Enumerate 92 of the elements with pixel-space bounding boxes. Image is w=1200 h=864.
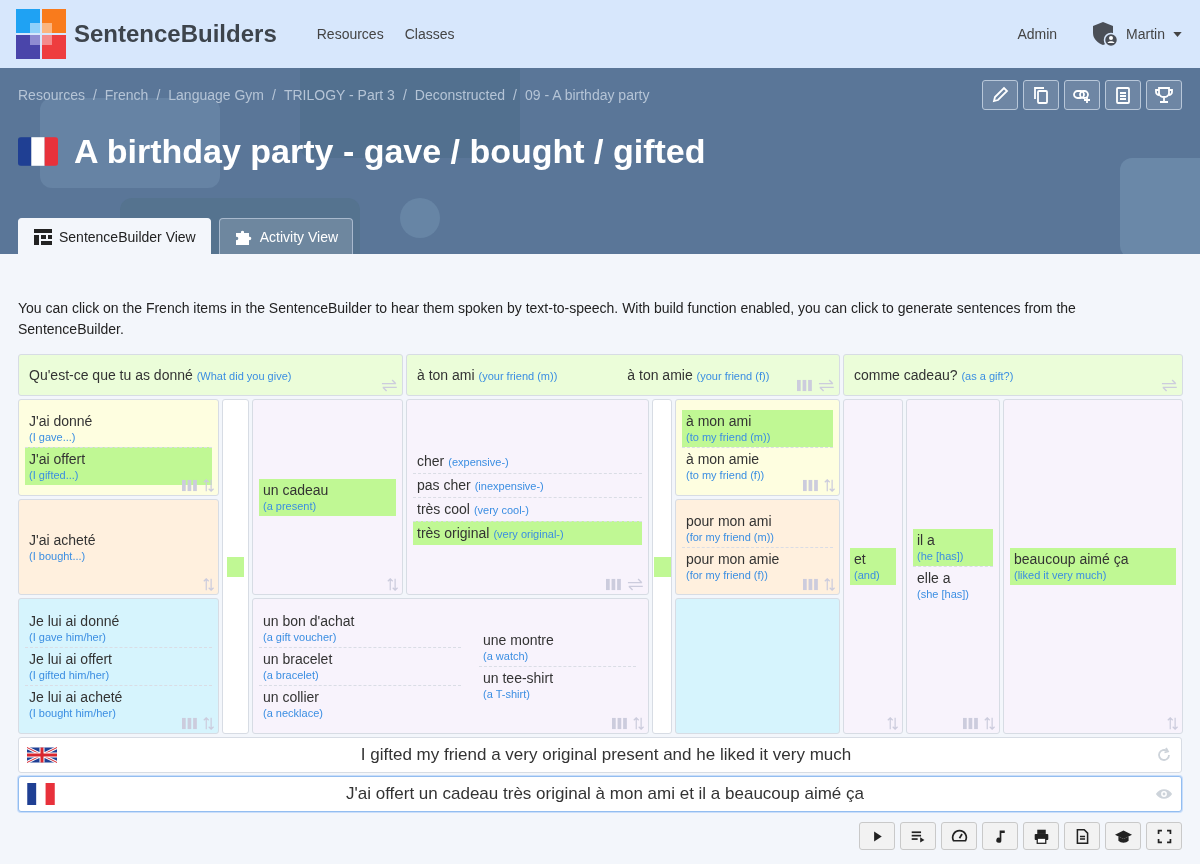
phrase-option[interactable]: pas cher (inexpensive-) [413, 472, 642, 497]
swap-arrows-icon[interactable] [818, 379, 835, 392]
brand-name[interactable]: SentenceBuilders [74, 20, 277, 48]
phrase-option[interactable]: une montre (a watch) [479, 628, 636, 666]
phrase-option[interactable]: un tee-shirt (a T-shirt) [479, 665, 636, 704]
phrase-option[interactable]: il a (he [has]) [913, 529, 993, 566]
sort-arrows-icon[interactable] [1166, 717, 1178, 730]
columns-icon[interactable] [962, 717, 978, 730]
toolbar-button[interactable] [1146, 822, 1182, 850]
phrase-option[interactable]: un bon d'achat (a gift voucher) [259, 609, 461, 647]
logo-icon [16, 9, 66, 59]
columns-icon[interactable] [611, 717, 627, 730]
sort-arrows-icon[interactable] [202, 578, 214, 591]
columns-icon[interactable] [181, 479, 197, 492]
action-button[interactable] [1023, 80, 1059, 110]
sort-arrows-icon[interactable] [202, 717, 214, 730]
user-menu[interactable]: Martin [1126, 26, 1182, 42]
phrase-option[interactable]: à mon ami (to my friend (m)) [682, 410, 833, 447]
clipboard-icon [1113, 85, 1133, 105]
sort-arrows-icon[interactable] [823, 479, 835, 492]
view-tab[interactable]: SentenceBuilder View [18, 218, 211, 254]
view-tab[interactable]: Activity View [218, 218, 354, 254]
french-flag-icon [18, 137, 58, 166]
sort-arrows-icon[interactable] [886, 717, 898, 730]
toolbar-button[interactable] [1105, 822, 1141, 850]
phrase-option[interactable]: Je lui ai donné (I gave him/her) [25, 609, 212, 647]
copy-icon [1031, 85, 1051, 105]
phrase-option[interactable]: beaucoup aimé ça (liked it very much) [1010, 548, 1176, 585]
phrase-option[interactable]: J'ai offert (I gifted...) [25, 447, 212, 485]
action-button[interactable] [1064, 80, 1100, 110]
toolbar-button[interactable] [1064, 822, 1100, 850]
print-icon [1032, 827, 1050, 845]
phrase-option[interactable]: très cool (very cool-) [413, 496, 642, 521]
phrase-option[interactable]: très original (very original-) [413, 520, 642, 545]
swap-arrows-icon[interactable] [627, 578, 644, 591]
columns-icon[interactable] [802, 479, 818, 492]
phrase-option[interactable]: pour mon ami (for my friend (m)) [682, 509, 833, 547]
sort-arrows-icon[interactable] [983, 717, 995, 730]
french-flag-icon [27, 783, 55, 805]
action-button[interactable] [1105, 80, 1141, 110]
breadcrumb-separator: / [92, 87, 97, 103]
breadcrumb-separator: / [272, 87, 276, 103]
sort-arrows-icon[interactable] [823, 578, 835, 591]
eye-icon[interactable] [1155, 786, 1173, 802]
sort-arrows-icon[interactable] [632, 717, 644, 730]
sort-arrows-icon[interactable] [386, 578, 398, 591]
refresh-icon[interactable] [1155, 747, 1173, 763]
action-button[interactable] [982, 80, 1018, 110]
sort-arrows-icon[interactable] [202, 479, 214, 492]
instructions-text: You can click on the French items in the SentenceBuilder to hear them spoken by text-to-speech. With build function enabled, you can click to generate sentences from the SentenceBuilder. [18, 299, 1077, 339]
breadcrumb-separator: / [156, 87, 161, 103]
toolbar-button[interactable] [859, 822, 895, 850]
columns-icon[interactable] [181, 717, 197, 730]
columns-icon[interactable] [606, 578, 622, 591]
toolbar-button[interactable] [982, 822, 1018, 850]
phrase-option[interactable]: et (and) [850, 548, 896, 585]
header-phrase[interactable]: à ton ami (your friend (m)) [417, 367, 558, 383]
speedometer-icon [950, 827, 968, 845]
phrase-option[interactable]: cher (expensive-) [413, 449, 642, 473]
toolbar-button[interactable] [900, 822, 936, 850]
page-title: A birthday party - gave / bought / gifted [74, 132, 706, 171]
toolbar-button[interactable] [1023, 822, 1059, 850]
breadcrumb-separator: / [402, 87, 407, 103]
phrase-option[interactable]: un cadeau (a present) [259, 478, 396, 516]
phrase-option[interactable]: Je lui ai offert (I gifted him/her) [25, 646, 212, 685]
admin-link[interactable]: Admin [1017, 26, 1058, 42]
swap-arrows-icon[interactable] [381, 379, 398, 392]
nav-link[interactable]: Classes [404, 26, 455, 42]
trophy-icon [1154, 85, 1174, 105]
sentence-field[interactable]: I gifted my friend a very original present and he liked it very much [18, 737, 1182, 773]
toolbar-button[interactable] [941, 822, 977, 850]
header-phrase[interactable]: Qu'est-ce que tu as donné (What did you give) [29, 367, 292, 383]
layout-icon [33, 226, 53, 247]
header-phrase[interactable]: comme cadeau? (as a gift?) [854, 367, 1014, 383]
columns-icon[interactable] [802, 578, 818, 591]
sentence-field[interactable]: J'ai offert un cadeau très original à mon ami et il a beaucoup aimé ça [18, 776, 1182, 812]
phrase-option[interactable]: un collier (a necklace) [259, 684, 461, 723]
action-button[interactable] [1146, 80, 1182, 110]
phrase-option[interactable]: J'ai acheté (I bought...) [25, 528, 212, 566]
columns-icon[interactable] [797, 379, 813, 392]
phrase-option[interactable]: J'ai donné (I gave...) [25, 410, 212, 447]
caret-icon [1173, 31, 1182, 37]
header-phrase[interactable]: à ton amie (your friend (f)) [627, 367, 770, 383]
british-flag-icon [27, 744, 57, 766]
phrase-option[interactable]: elle a (she [has]) [913, 566, 993, 604]
user-shield-icon[interactable] [1092, 21, 1119, 47]
nav-link[interactable]: Resources [316, 26, 384, 42]
breadcrumb-separator: / [513, 87, 517, 103]
swap-arrows-icon[interactable] [1161, 379, 1178, 392]
phrase-option[interactable]: un bracelet (a bracelet) [259, 646, 461, 685]
edit-icon [990, 85, 1010, 105]
fullscreen-icon [1155, 827, 1173, 845]
